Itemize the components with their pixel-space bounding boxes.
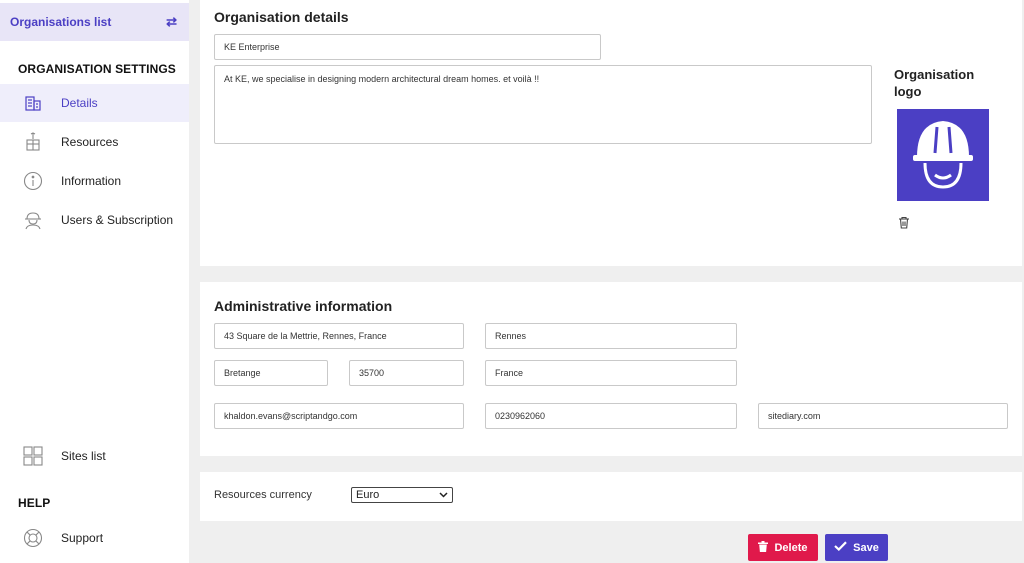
worker-helmet-icon	[23, 210, 43, 230]
sidebar-item-information[interactable]: Information	[0, 162, 189, 200]
save-button-label: Save	[853, 541, 879, 554]
country-input[interactable]	[485, 360, 737, 386]
help-heading: HELP	[18, 496, 51, 510]
currency-select[interactable]: Euro	[351, 487, 453, 503]
checkmark-icon	[834, 541, 847, 554]
sidebar-item-label: Support	[61, 531, 104, 545]
organisation-details-panel: Organisation details At KE, we specialis…	[200, 0, 1022, 266]
currency-selected-value: Euro	[356, 489, 380, 501]
sidebar-item-details[interactable]: Details	[0, 84, 189, 122]
sidebar-item-label: Information	[61, 174, 122, 188]
sidebar-item-label: Resources	[61, 135, 119, 149]
organisations-list-button[interactable]: Organisations list ⇄	[0, 3, 189, 41]
sidebar-item-sites-list[interactable]: Sites list	[0, 437, 189, 475]
organisation-description-textarea[interactable]: At KE, we specialise in designing modern…	[214, 65, 872, 144]
organisation-name-input[interactable]	[214, 34, 601, 60]
info-icon	[23, 171, 43, 191]
administrative-information-panel: Administrative information	[200, 282, 1022, 456]
sidebar-item-label: Sites list	[61, 449, 106, 463]
delete-button[interactable]: Delete	[748, 534, 818, 561]
organisation-logo-image[interactable]	[897, 109, 989, 201]
sidebar-item-support[interactable]: Support	[0, 519, 189, 557]
administrative-information-title: Administrative information	[214, 298, 393, 314]
resources-currency-label: Resources currency	[214, 489, 312, 501]
organisation-details-title: Organisation details	[214, 9, 349, 25]
save-button[interactable]: Save	[825, 534, 888, 561]
city-input[interactable]	[485, 323, 737, 349]
postal-code-input[interactable]	[349, 360, 464, 386]
website-input[interactable]	[758, 403, 1008, 429]
address-input[interactable]	[214, 323, 464, 349]
organisation-logo-title: Organisation logo	[894, 67, 975, 99]
sidebar: Organisations list ⇄ ORGANISATION SETTIN…	[0, 0, 189, 563]
lifebuoy-icon	[23, 528, 43, 548]
organisations-list-label: Organisations list	[10, 15, 112, 29]
trash-icon	[758, 540, 769, 555]
delete-button-label: Delete	[774, 541, 808, 554]
sidebar-item-label: Details	[61, 96, 98, 110]
currency-panel: Resources currency Euro	[200, 472, 1022, 521]
organisation-settings-heading: ORGANISATION SETTINGS	[18, 62, 176, 76]
phone-input[interactable]	[485, 403, 737, 429]
sidebar-item-resources[interactable]: Resources	[0, 123, 189, 161]
worker-helmet-logo-icon	[913, 121, 973, 189]
building-icon	[23, 93, 43, 113]
region-input[interactable]	[214, 360, 328, 386]
sidebar-item-label: Users & Subscription	[61, 213, 174, 227]
swap-arrows-icon: ⇄	[166, 14, 177, 29]
grid-icon	[23, 446, 43, 466]
delete-logo-trash-icon[interactable]	[898, 216, 910, 234]
email-input[interactable]	[214, 403, 464, 429]
sidebar-item-users-subscription[interactable]: Users & Subscription	[0, 201, 189, 239]
crane-box-icon	[23, 132, 43, 152]
chevron-down-icon	[439, 489, 448, 501]
